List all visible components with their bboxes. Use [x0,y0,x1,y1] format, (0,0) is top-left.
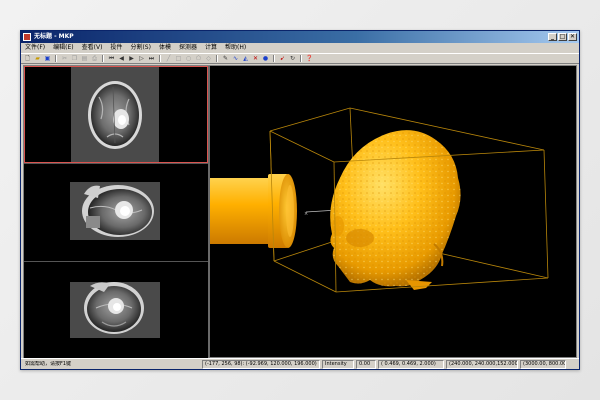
last-frame-icon[interactable]: ⏭ [147,55,156,63]
menu-file[interactable]: 文件(F) [21,43,49,53]
status-window-level: (3000.00, 800.00) [520,360,566,369]
head-surface-model [330,130,461,290]
menu-segment[interactable]: 分割(S) [126,43,155,53]
curve-icon[interactable]: ∿ [231,55,240,63]
sagittal-slice-pane[interactable] [24,163,208,261]
status-intensity-value: 0.00 [356,360,376,369]
toolbar-separator [159,55,161,62]
menu-view[interactable]: 查看(V) [78,43,107,53]
app-icon [23,33,31,41]
first-frame-icon[interactable]: ⏮ [107,55,116,63]
toolbar-separator [273,55,275,62]
toolbar-separator [102,55,104,62]
step-back-icon[interactable]: ◀ [117,55,126,63]
status-coordinates: (-177, 256, 98): (-92.969, 120.000, 196.… [202,360,320,369]
svg-text:×: × [304,211,308,217]
axial-slice-image [71,67,159,162]
close-button[interactable]: ✕ [568,33,577,41]
toolbar-separator [300,55,302,62]
minimize-button[interactable]: _ [548,33,557,41]
rectangle-tool-icon[interactable]: □ [174,55,183,63]
menu-phantom[interactable]: 体模 [155,43,175,53]
paste-icon[interactable]: ▤ [80,55,89,63]
new-file-icon[interactable]: 🗋 [23,55,32,63]
copy-icon[interactable]: ❐ [70,55,79,63]
toolbar-separator [216,55,218,62]
rotate-icon[interactable]: ↻ [288,55,297,63]
menu-help[interactable]: 帮助(H) [221,43,250,53]
menu-detector[interactable]: 探测器 [175,43,201,53]
status-message: 如需帮助，请按F1键 [25,361,72,367]
play-icon[interactable]: ▶ [127,55,136,63]
3d-scene: × [210,107,549,293]
save-icon[interactable]: ▣ [43,55,52,63]
coronal-slice-image [70,282,160,338]
sphere-icon[interactable]: ● [261,55,270,63]
coronal-slice-pane[interactable] [24,261,208,359]
title-bar[interactable]: 无标题 - MKP _ □ ✕ [21,31,579,43]
help-icon[interactable]: ❓ [305,55,314,63]
node-tool-icon[interactable]: ◭ [241,55,250,63]
menu-project[interactable]: 投件 [106,43,126,53]
window-title: 无标题 - MKP [34,33,74,40]
probe-cylinder [210,174,297,248]
toolbar-separator [55,55,57,62]
edit-tool-icon[interactable]: ◇ [204,55,213,63]
window-controls: _ □ ✕ [548,33,577,41]
menu-edit[interactable]: 编辑(E) [49,43,77,53]
status-extent: (240.000, 240.000,152.000) [446,360,518,369]
axial-slice-pane[interactable] [24,66,208,163]
menu-bar: 文件(F) 编辑(E) 查看(V) 投件 分割(S) 体模 探测器 计算 帮助(… [21,43,579,53]
open-folder-icon[interactable]: ▰ [33,55,42,63]
step-forward-icon[interactable]: ▷ [137,55,146,63]
viewer-area: × [23,65,577,359]
status-spacing: ( 0.469, 0.469, 2.000) [378,360,444,369]
cut-icon[interactable]: ✂ [60,55,69,63]
status-intensity-label: Intensity [322,360,354,369]
line-tool-icon[interactable]: ╱ [164,55,173,63]
app-window: 无标题 - MKP _ □ ✕ 文件(F) 编辑(E) 查看(V) 投件 分割(… [20,30,580,370]
print-icon[interactable]: ⎙ [90,55,99,63]
sagittal-slice-image [70,182,160,240]
circle-tool-icon[interactable]: ○ [184,55,193,63]
polygon-tool-icon[interactable]: ⬠ [194,55,203,63]
toolbar: 🗋 ▰ ▣ ✂ ❐ ▤ ⎙ ⏮ ◀ ▶ ▷ ⏭ ╱ □ ○ ⬠ ◇ ✎ ∿ ◭ … [21,53,579,64]
3d-render-view[interactable]: × [210,66,576,357]
menu-calculate[interactable]: 计算 [201,43,221,53]
maximize-button[interactable]: □ [558,33,567,41]
pointer-icon[interactable]: ➹ [278,55,287,63]
pencil-icon[interactable]: ✎ [221,55,230,63]
status-bar: 如需帮助，请按F1键 (-177, 256, 98): (-92.969, 12… [21,358,579,370]
cross-icon[interactable]: ✕ [251,55,260,63]
